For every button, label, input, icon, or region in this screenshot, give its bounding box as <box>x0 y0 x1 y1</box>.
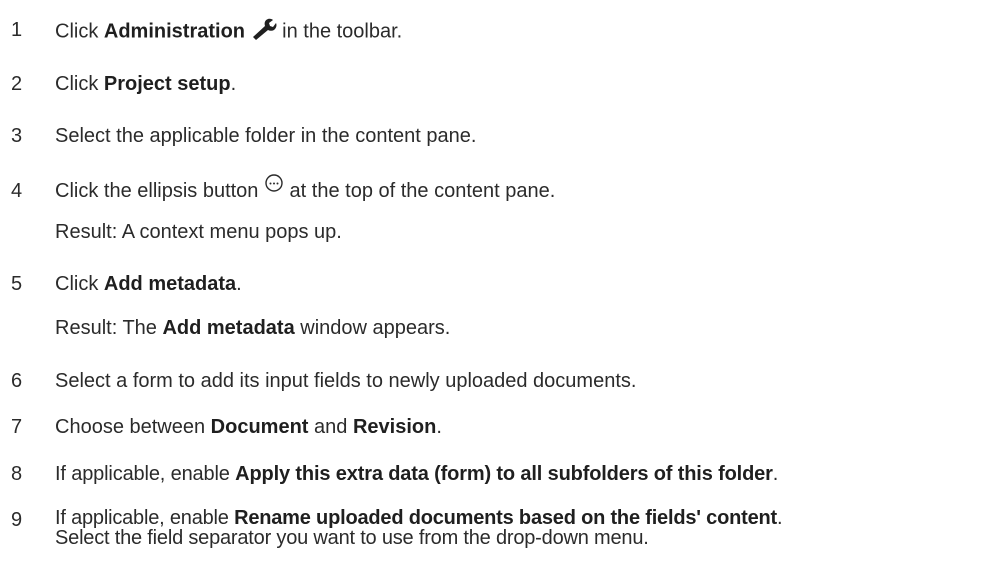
bold-term: Add metadata <box>103 273 237 295</box>
step-number: 7 <box>11 416 23 438</box>
bold-term: Project setup <box>103 73 231 95</box>
bold-term: Apply this extra data (form) to all subf… <box>235 463 773 485</box>
bold-term: Rename uploaded documents based on the f… <box>234 507 777 529</box>
text-fragment: If applicable, enable <box>55 463 236 485</box>
text-fragment: . <box>436 416 442 438</box>
step-number: 5 <box>11 273 23 295</box>
step-number: 1 <box>11 19 23 41</box>
bold-term: Administration <box>103 20 246 43</box>
step-text: If applicable, enable Apply this extra d… <box>55 462 778 486</box>
step-text: Click Project setup. <box>55 72 236 96</box>
step-number: 3 <box>11 125 23 147</box>
text-fragment: . <box>230 73 237 95</box>
bold-term: Revision <box>352 416 437 438</box>
step-result: Result: A context menu pops up. <box>55 221 342 243</box>
step-number: 2 <box>11 73 23 95</box>
step-result: Result: The Add metadata window appears. <box>55 316 450 340</box>
ellipsis-circle-icon <box>264 173 284 199</box>
wrench-icon <box>251 18 277 46</box>
text-fragment: Click <box>55 73 104 95</box>
step-text: Click Administration in the toolbar. <box>55 18 402 46</box>
text-fragment: If applicable, enable <box>55 507 235 529</box>
step-text: Select a form to add its input fields to… <box>55 370 637 392</box>
step-text-line-1: If applicable, enable Rename uploaded do… <box>55 507 783 529</box>
step-text: Select the applicable folder in the cont… <box>55 125 477 147</box>
text-fragment: and <box>308 416 353 438</box>
text-fragment: in the toolbar. <box>276 20 403 43</box>
bold-term: Add metadata <box>162 317 295 339</box>
step-text: Choose between Document and Revision. <box>55 415 442 439</box>
step-text: Click Add metadata. <box>55 272 242 296</box>
text-fragment: at the top of the content pane. <box>283 180 556 202</box>
text-fragment: Click the ellipsis button <box>55 180 264 202</box>
text-fragment: . <box>777 507 783 529</box>
step-number: 4 <box>11 180 23 202</box>
step-text: Click the ellipsis button at the top of … <box>55 174 556 203</box>
step-number: 6 <box>11 370 23 392</box>
bold-term: Document <box>210 416 309 438</box>
text-fragment: Click <box>55 273 104 295</box>
step-number: 9 <box>11 509 23 531</box>
text-fragment: Click <box>55 20 104 43</box>
step-text: If applicable, enable Rename uploaded do… <box>55 507 783 549</box>
step-text-line-2: Select the field separator you want to u… <box>55 527 649 549</box>
text-fragment: . <box>236 273 242 295</box>
text-fragment: window appears. <box>294 317 451 339</box>
text-fragment: . <box>772 463 779 485</box>
text-fragment: Choose between <box>55 416 211 438</box>
step-number: 8 <box>11 463 23 485</box>
text-fragment: Result: The <box>55 317 163 339</box>
